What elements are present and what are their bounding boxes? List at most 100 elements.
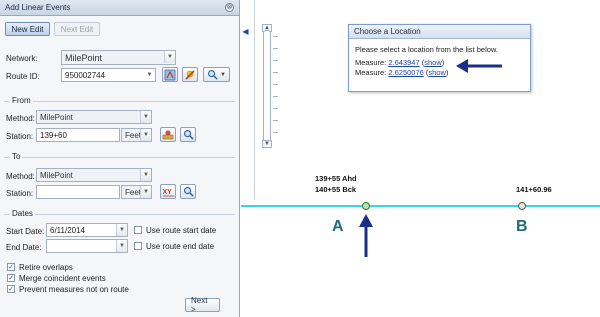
retire-overlaps-label: Retire overlaps: [19, 263, 73, 272]
start-date-label: Start Date:: [6, 227, 45, 236]
prevent-measures-checkbox[interactable]: ✓: [7, 285, 15, 293]
from-unit-select[interactable]: Feet ▼: [121, 128, 152, 142]
popup-prompt: Please select a location from the list b…: [355, 45, 498, 54]
to-divider: [4, 157, 235, 158]
xy-icon: XY: [162, 189, 174, 196]
to-zoom-button[interactable]: [180, 184, 196, 199]
to-method-value: MilePoint: [40, 170, 73, 180]
zoom-slider[interactable]: [263, 30, 271, 148]
network-select[interactable]: MilePoint ▼: [61, 50, 176, 65]
network-label: Network:: [6, 54, 38, 63]
route-id-input[interactable]: 950002744 ▼: [61, 68, 156, 82]
route-line[interactable]: [241, 205, 600, 207]
zoom-tick: [273, 72, 278, 73]
close-icon[interactable]: ⊗: [225, 3, 234, 12]
merge-coincident-label: Merge coincident events: [19, 274, 106, 283]
chevron-down-icon[interactable]: ▼: [116, 224, 127, 236]
chevron-down-icon[interactable]: ▼: [116, 240, 127, 252]
location-marker-b[interactable]: [518, 202, 526, 210]
zoom-tick: [273, 48, 278, 49]
to-pick-xy-button[interactable]: XY: [160, 184, 176, 199]
measure-label: Measure:: [355, 68, 389, 77]
zoom-out-icon[interactable]: ▼: [262, 140, 272, 148]
popup-title: Choose a Location: [349, 25, 530, 39]
measure-link-2[interactable]: 2.6250076: [388, 68, 423, 77]
zoom-tick: [273, 84, 278, 85]
magnifier-icon: [208, 70, 218, 80]
point-b-label: B: [516, 218, 528, 235]
chevron-down-icon[interactable]: ▼: [164, 51, 175, 63]
clear-selection-icon: [185, 69, 195, 80]
to-method-select[interactable]: MilePoint ▼: [36, 168, 152, 182]
from-station-value: 139+60: [40, 130, 67, 140]
chevron-down-icon[interactable]: ▼: [140, 169, 151, 181]
use-route-end-label: Use route end date: [146, 242, 215, 251]
from-pick-location-button[interactable]: [160, 127, 176, 142]
end-date-input[interactable]: ▼: [46, 239, 128, 253]
network-value: MilePoint: [65, 52, 103, 63]
start-date-input[interactable]: 6/11/2014 ▼: [46, 223, 128, 237]
route-id-label: Route ID:: [6, 72, 40, 81]
zoom-tick: [273, 108, 278, 109]
from-method-select[interactable]: MilePoint ▼: [36, 110, 152, 124]
to-section-label: To: [10, 152, 23, 161]
location-marker-a[interactable]: [362, 202, 370, 210]
clear-route-button[interactable]: [182, 67, 198, 82]
panel-title: Add Linear Events: [5, 3, 71, 12]
chevron-down-icon[interactable]: ▼: [144, 69, 155, 81]
map-pick-icon: [164, 69, 176, 80]
magnifier-icon: [183, 130, 194, 140]
start-date-value: 6/11/2014: [50, 225, 85, 235]
use-route-start-label: Use route start date: [146, 226, 217, 235]
chevron-down-icon: ▼: [220, 71, 226, 78]
to-unit-value: Feet: [125, 187, 142, 197]
from-station-label: Station:: [6, 132, 34, 141]
to-station-label: Station:: [6, 189, 34, 198]
map-divider-line: [254, 0, 255, 200]
select-route-on-map-button[interactable]: [162, 67, 178, 82]
from-method-value: MilePoint: [40, 112, 73, 122]
arrow-up-icon: [359, 214, 373, 257]
collapse-panel-icon[interactable]: ◀: [241, 22, 250, 40]
add-linear-events-panel: Add Linear Events ⊗ New Edit Next Edit N…: [0, 0, 240, 317]
use-route-start-checkbox[interactable]: [134, 226, 142, 234]
route-id-value: 950002744: [65, 70, 106, 80]
point-a-label: A: [332, 218, 344, 235]
next-button[interactable]: Next >: [185, 296, 220, 314]
zoom-tick: [273, 60, 278, 61]
zoom-tick: [273, 132, 278, 133]
chevron-down-icon[interactable]: ▼: [140, 111, 151, 123]
from-unit-value: Feet: [125, 130, 142, 140]
to-method-label: Method:: [6, 172, 35, 181]
svg-text:XY: XY: [162, 189, 172, 196]
new-edit-button[interactable]: New Edit: [5, 22, 50, 36]
show-link-1[interactable]: show: [424, 58, 442, 67]
arrow-left-icon: [456, 59, 502, 73]
measure-label: Measure:: [355, 58, 389, 67]
locate-icon: [162, 130, 174, 139]
merge-coincident-checkbox[interactable]: ✓: [7, 274, 15, 282]
from-zoom-button[interactable]: [180, 127, 196, 142]
prevent-measures-label: Prevent measures not on route: [19, 285, 129, 294]
zoom-tick: [273, 120, 278, 121]
end-date-label: End Date:: [6, 243, 42, 252]
to-unit-select[interactable]: Feet ▼: [121, 185, 152, 199]
next-edit-button[interactable]: Next Edit: [54, 22, 100, 36]
dates-section-label: Dates: [10, 209, 35, 218]
measure-link-1[interactable]: 2.643947: [388, 58, 419, 67]
to-station-input[interactable]: [36, 185, 120, 199]
magnifier-icon: [183, 187, 194, 197]
panel-header: Add Linear Events ⊗: [0, 0, 239, 16]
chevron-down-icon[interactable]: ▼: [140, 186, 151, 198]
dates-divider: [4, 214, 235, 215]
zoom-tick: [273, 36, 278, 37]
map-view[interactable]: ◀ ▲ ▼ Choose a Location Please select a …: [241, 0, 600, 317]
retire-overlaps-checkbox[interactable]: ✓: [7, 263, 15, 271]
zoom-to-route-dropdown[interactable]: ▼: [203, 67, 230, 82]
chevron-down-icon[interactable]: ▼: [140, 129, 151, 141]
from-station-input[interactable]: 139+60: [36, 128, 120, 142]
from-method-label: Method:: [6, 114, 35, 123]
show-link-2[interactable]: show: [428, 68, 446, 77]
use-route-end-checkbox[interactable]: [134, 242, 142, 250]
station-label-b: 141+60.96: [516, 185, 552, 194]
